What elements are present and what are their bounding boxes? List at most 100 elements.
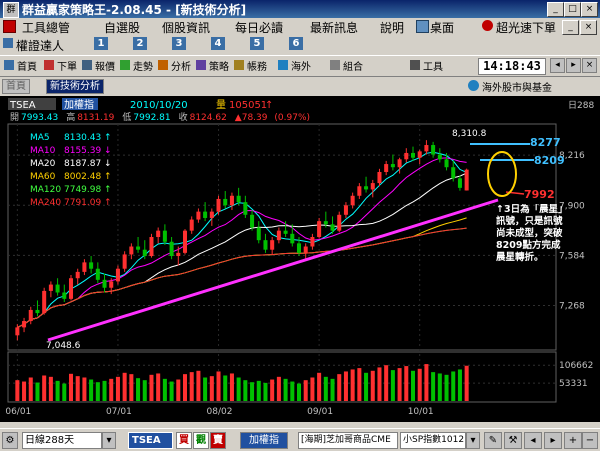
menu-daily-read[interactable]: 每日必讀 [235,19,283,36]
candle-body [62,292,67,299]
order-icon [44,60,54,70]
scroll-back-icon[interactable]: ◂ [524,432,542,449]
menu-tools[interactable]: 工具總管 [22,19,70,36]
menu-watchlist[interactable]: 自選股 [104,19,140,36]
sp-index-select[interactable]: 小SP指數1012 [400,432,466,449]
minimize-button[interactable]: _ [547,2,564,17]
volume-bar [384,365,389,401]
mdi-minimize-button[interactable]: _ [562,20,579,35]
config-icon[interactable]: ⚙ [2,432,18,449]
scroll-right-button[interactable]: ▸ [566,58,581,73]
draw-tool-icon[interactable]: ✎ [484,432,502,449]
quick-button-4[interactable]: 4 [211,37,225,50]
quick-button-2[interactable]: 2 [133,37,147,50]
candle-body [276,230,281,241]
high-annotation: 8,310.8 [452,129,487,139]
ohlc-label: 開 [10,112,19,123]
tab-technical-analysis[interactable]: 新技術分析 [46,79,104,94]
ma-legend-value: 7791.09 [64,198,101,208]
candle-body [156,230,161,237]
volume-bar [263,382,268,401]
wrench-icon[interactable]: ⚒ [504,432,522,449]
candle-body [35,309,40,314]
quick-button-6[interactable]: 6 [289,37,303,50]
volume-bar [330,378,335,401]
ma-legend-name: MA10 [30,146,56,156]
tab-home[interactable]: 首頁 [2,79,30,94]
candle-body [390,164,395,168]
toolbar-close-button[interactable]: × [582,58,597,73]
y-tick-label: 7,268 [559,302,585,312]
candle-body [431,145,436,155]
volume-bar [169,381,174,401]
candle-body [68,278,74,299]
candle-body [263,240,268,250]
candle-body [82,262,87,272]
candle-body [136,246,141,250]
volume-bar [136,378,141,401]
candle-body [451,167,456,179]
candle-body [196,211,201,220]
toolbar-strategy[interactable]: 策略 [196,58,229,73]
zoom-in-icon[interactable]: + [564,432,582,449]
toolbar-overseas[interactable]: 海外 [278,58,311,73]
quick-button-3[interactable]: 3 [172,37,186,50]
ohlc-value: 8124.62 [190,113,227,123]
window-title-bar: 群 群益贏家策略王-2.08.45 - [新技術分析] _ □ × [0,0,600,18]
close-button[interactable]: × [581,2,598,17]
candle-body [283,230,288,234]
buy-button[interactable]: 買 [176,432,192,449]
overseas-fund-link[interactable]: 海外股市與基金 [482,79,552,94]
menu-fast-order[interactable]: 超光速下單 [496,19,556,36]
day-range: 日288 [568,100,594,111]
zoom-out-icon[interactable]: − [582,432,598,449]
toolbar-account[interactable]: 帳務 [234,58,267,73]
days-select[interactable]: 日線288天 [22,432,102,449]
foreign-futures-select[interactable]: [海期]芝加哥商品CME [298,432,398,449]
watch-button[interactable]: 觀 [193,432,209,449]
sell-button[interactable]: 賣 [210,432,226,449]
candle-body [397,159,402,168]
menu-help[interactable]: 說明 [380,19,404,36]
days-dropdown-button[interactable]: ▾ [102,432,116,449]
scroll-forward-icon[interactable]: ▸ [544,432,562,449]
app-icon: 群 [3,2,19,18]
maximize-button[interactable]: □ [564,2,581,17]
volume-bar [62,383,67,401]
menu-latest-news[interactable]: 最新訊息 [310,19,358,36]
chart-mode[interactable]: 加權指 [64,98,94,111]
toolbar-order[interactable]: 下單 [44,58,77,73]
toolbar-trend[interactable]: 走勢 [120,58,153,73]
menu-desktop[interactable]: 桌面 [430,19,454,36]
technical-chart[interactable]: TSEA 加權指 2010/10/20 量 105051 ↑ 日288 開 799… [0,96,600,422]
volume-tick-label: 106662 [559,361,593,371]
quick-button-1[interactable]: 1 [94,37,108,50]
ohlc-label: 收 [179,111,188,123]
mdi-close-button[interactable]: × [580,20,597,35]
toolbar-analysis[interactable]: 分析 [158,58,191,73]
volume-bar [310,377,315,401]
volume-value: 105051 [229,100,267,111]
volume-bar [55,380,60,401]
ma-legend-name: MA5 [30,133,50,143]
toolbar-tools[interactable]: 工具 [410,58,443,73]
volume-bar [350,369,355,401]
volume-bar [357,368,362,401]
volume-bar [410,370,416,401]
system-menu-icon[interactable] [3,20,16,33]
symbol-box[interactable]: TSEA [128,432,173,449]
warrant-expert[interactable]: 權證達人 [16,37,64,54]
scroll-left-button[interactable]: ◂ [550,58,565,73]
volume-bar [109,378,114,401]
sp-dropdown-button[interactable]: ▾ [466,432,480,449]
volume-bar [129,374,134,401]
ma-legend-arrow: ↓ [104,146,112,156]
toolbar-home[interactable]: 首頁 [4,58,37,73]
toolbar-combo[interactable]: 組合 [330,58,363,73]
menu-stock-info[interactable]: 個股資訊 [162,19,210,36]
candle-body [444,159,449,168]
strategy-icon [196,60,206,70]
quick-button-5[interactable]: 5 [250,37,264,50]
index-button[interactable]: 加權指 [240,432,288,449]
toolbar-quote[interactable]: 報價 [82,58,115,73]
